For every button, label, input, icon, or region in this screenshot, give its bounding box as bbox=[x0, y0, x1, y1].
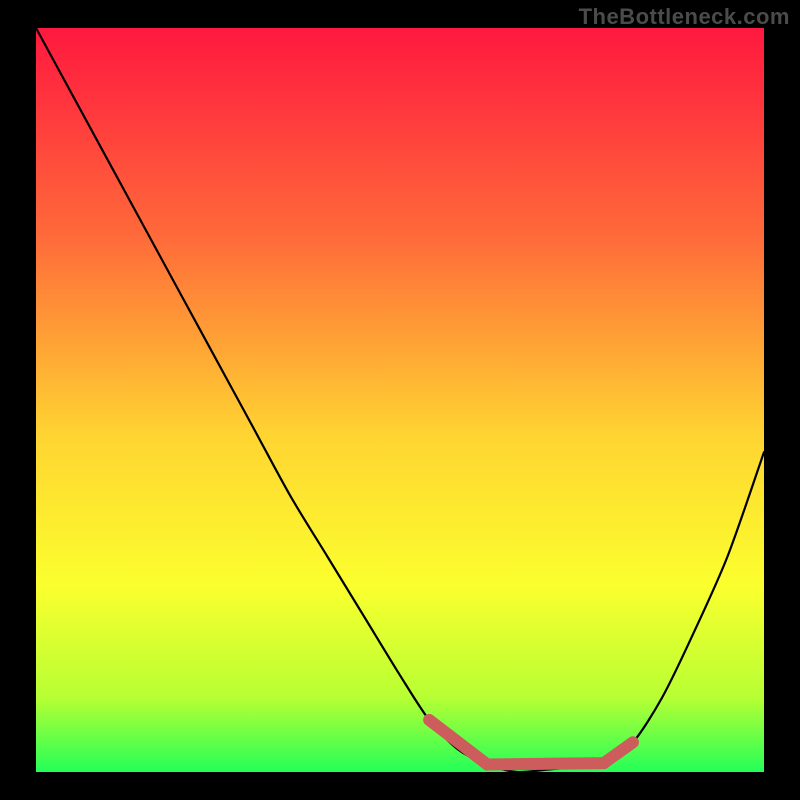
chart-frame: TheBottleneck.com bbox=[0, 0, 800, 800]
chart-svg bbox=[36, 28, 764, 772]
highlight-segment bbox=[487, 763, 603, 764]
gradient-background bbox=[36, 28, 764, 772]
plot-area bbox=[36, 28, 764, 772]
watermark-text: TheBottleneck.com bbox=[579, 4, 790, 30]
